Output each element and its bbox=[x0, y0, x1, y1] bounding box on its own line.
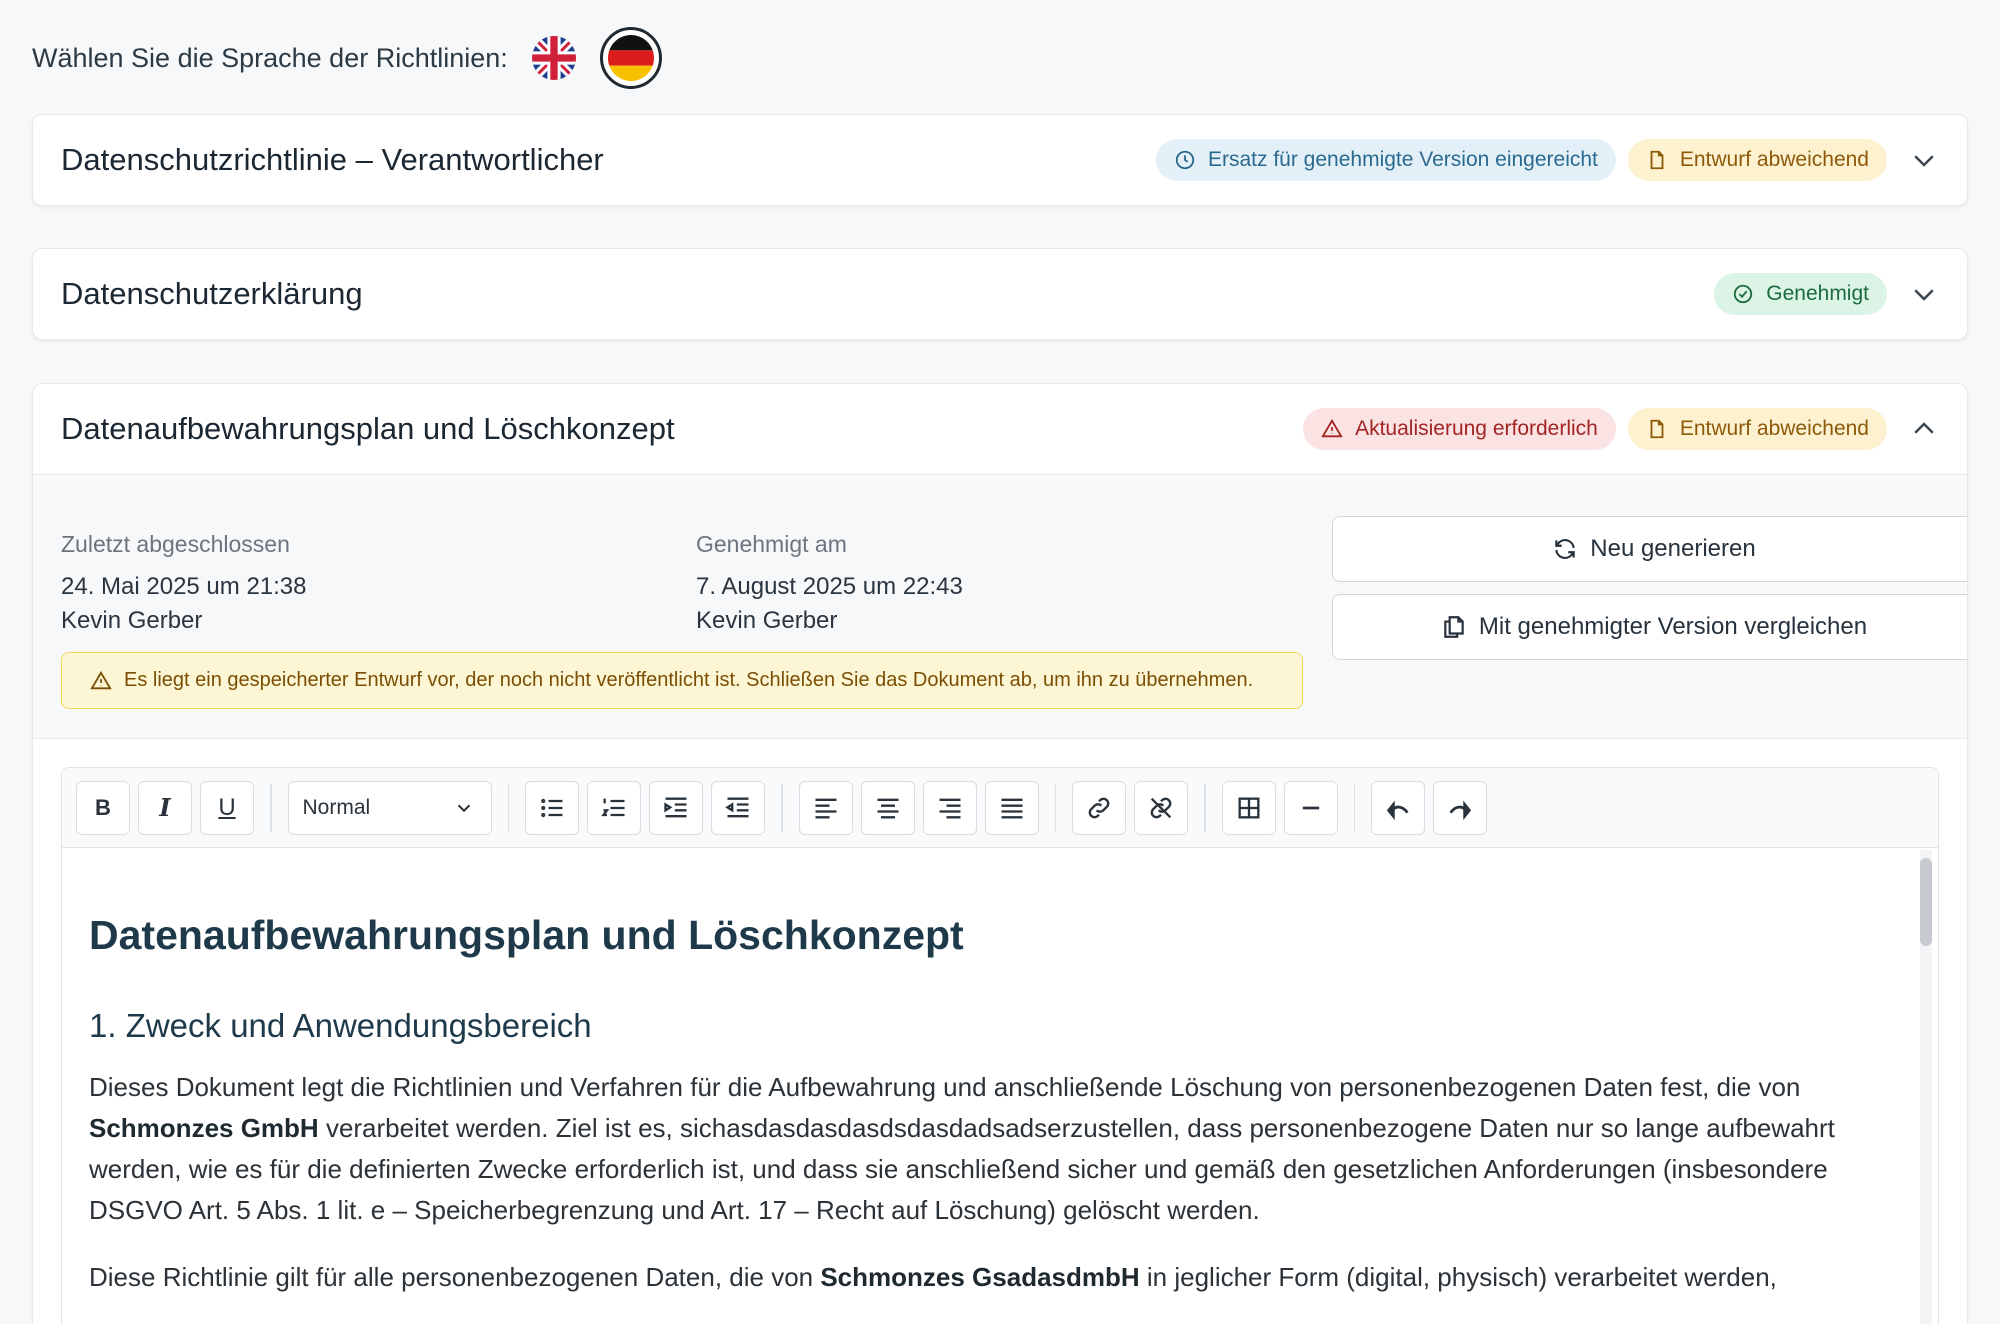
table-button[interactable] bbox=[1221, 780, 1276, 835]
align-right-icon bbox=[939, 798, 960, 818]
undo-icon bbox=[1386, 800, 1409, 820]
warning-icon bbox=[90, 670, 112, 689]
unlink-button[interactable] bbox=[1134, 780, 1188, 835]
status-badge-update-required: Aktualisierung erforderlich bbox=[1303, 408, 1616, 450]
status-badge-draft: Entwurf abweichend bbox=[1627, 139, 1887, 181]
italic-button[interactable]: I bbox=[138, 780, 192, 835]
toolbar-divider bbox=[507, 783, 509, 832]
card-title: Datenschutzrichtlinie – Verantwortlicher bbox=[61, 142, 604, 177]
document-icon bbox=[1650, 150, 1664, 170]
rich-text-editor: B I U Normal Datenaufbewahrungsplan und … bbox=[61, 767, 1939, 1324]
indent-button[interactable] bbox=[649, 780, 703, 835]
chevron-down-icon[interactable] bbox=[1909, 145, 1939, 175]
policy-card-retention: Datenaufbewahrungsplan und Löschkonzept … bbox=[32, 383, 1968, 1324]
bold-button[interactable]: B bbox=[76, 780, 130, 835]
toolbar-divider bbox=[1204, 783, 1206, 832]
horizontal-rule-button[interactable] bbox=[1283, 780, 1338, 835]
link-button[interactable] bbox=[1072, 780, 1126, 835]
underline-button[interactable]: U bbox=[200, 780, 254, 835]
unlink-icon bbox=[1150, 797, 1172, 818]
status-badge-approved: Genehmigt bbox=[1714, 273, 1887, 315]
indent-icon bbox=[664, 797, 687, 817]
flag-uk-button[interactable] bbox=[531, 36, 576, 80]
outdent-button[interactable] bbox=[711, 780, 765, 835]
editor-content[interactable]: Datenaufbewahrungsplan und Löschkonzept … bbox=[62, 848, 1938, 1298]
paragraph: Diese Richtlinie gilt für alle personenb… bbox=[89, 1262, 1777, 1292]
policy-card-controller: Datenschutzrichtlinie – Verantwortlicher… bbox=[32, 114, 1968, 206]
card-header[interactable]: Datenschutzrichtlinie – Verantwortlicher… bbox=[33, 115, 1967, 205]
approved-on: Genehmigt am 7. August 2025 um 22:43 Kev… bbox=[696, 531, 963, 634]
editor-area: B I U Normal Datenaufbewahrungsplan und … bbox=[33, 738, 1967, 1324]
link-icon bbox=[1088, 797, 1110, 818]
horizontal-rule-icon bbox=[1302, 806, 1319, 809]
toolbar-divider bbox=[1353, 783, 1355, 832]
check-circle-icon bbox=[1734, 284, 1753, 304]
undo-button[interactable] bbox=[1371, 780, 1425, 835]
language-label: Wählen Sie die Sprache der Richtlinien: bbox=[32, 42, 508, 73]
german-flag-icon bbox=[607, 35, 654, 81]
section-heading: 1. Zweck und Anwendungsbereich bbox=[89, 1007, 592, 1044]
chevron-down-icon[interactable] bbox=[1909, 279, 1939, 309]
table-icon bbox=[1238, 797, 1259, 818]
card-header[interactable]: Datenaufbewahrungsplan und Löschkonzept … bbox=[33, 384, 1967, 474]
numbered-list-button[interactable] bbox=[587, 780, 641, 835]
draft-warning: Es liegt ein gespeicherter Entwurf vor, … bbox=[61, 652, 1303, 709]
card-title: Datenschutzerklärung bbox=[61, 276, 363, 311]
language-selector: Wählen Sie die Sprache der Richtlinien: bbox=[32, 27, 662, 89]
align-justify-icon bbox=[1001, 798, 1022, 818]
format-select[interactable]: Normal bbox=[287, 780, 492, 835]
chevron-up-icon[interactable] bbox=[1909, 414, 1939, 444]
flag-de-button[interactable] bbox=[599, 27, 662, 89]
card-header[interactable]: Datenschutzerklärung Genehmigt bbox=[33, 249, 1967, 339]
align-center-icon bbox=[877, 798, 898, 818]
uk-flag-icon bbox=[531, 36, 576, 80]
regenerate-button[interactable]: Neu generieren bbox=[1332, 516, 1967, 582]
clock-icon bbox=[1175, 150, 1195, 170]
last-completed: Zuletzt abgeschlossen 24. Mai 2025 um 21… bbox=[61, 531, 307, 634]
redo-icon bbox=[1449, 800, 1472, 820]
bullet-list-icon bbox=[541, 798, 563, 817]
bullet-list-button[interactable] bbox=[525, 780, 579, 835]
status-badge-draft: Entwurf abweichend bbox=[1627, 408, 1887, 450]
align-left-button[interactable] bbox=[798, 780, 853, 835]
document-icon bbox=[1650, 419, 1664, 439]
outdent-icon bbox=[725, 797, 749, 817]
warning-icon bbox=[1321, 418, 1343, 438]
card-title: Datenaufbewahrungsplan und Löschkonzept bbox=[61, 411, 675, 446]
status-badge-replacement: Ersatz für genehmigte Version eingereich… bbox=[1155, 139, 1616, 181]
card-details: Zuletzt abgeschlossen 24. Mai 2025 um 21… bbox=[33, 474, 1967, 738]
copy-document-icon bbox=[1444, 616, 1464, 638]
toolbar-divider bbox=[781, 783, 783, 832]
paragraph: Dieses Dokument legt die Richtlinien und… bbox=[89, 1072, 1835, 1225]
toolbar-divider bbox=[270, 783, 272, 832]
align-left-icon bbox=[815, 798, 836, 818]
compare-button[interactable]: Mit genehmigter Version vergleichen bbox=[1332, 594, 1967, 660]
refresh-icon bbox=[1555, 539, 1576, 559]
scrollbar-thumb[interactable] bbox=[1920, 858, 1932, 946]
redo-button[interactable] bbox=[1433, 780, 1487, 835]
align-right-button[interactable] bbox=[922, 780, 977, 835]
toolbar-divider bbox=[1054, 783, 1056, 832]
policy-card-privacy-statement: Datenschutzerklärung Genehmigt bbox=[32, 248, 1968, 340]
editor-toolbar: B I U Normal bbox=[62, 768, 1938, 848]
align-justify-button[interactable] bbox=[984, 780, 1039, 835]
document-title: Datenaufbewahrungsplan und Löschkonzept bbox=[89, 912, 964, 958]
editor-scrollbar[interactable] bbox=[1920, 850, 1932, 1324]
align-center-button[interactable] bbox=[860, 780, 915, 835]
chevron-down-icon bbox=[457, 804, 470, 812]
numbered-list-icon bbox=[601, 798, 625, 816]
